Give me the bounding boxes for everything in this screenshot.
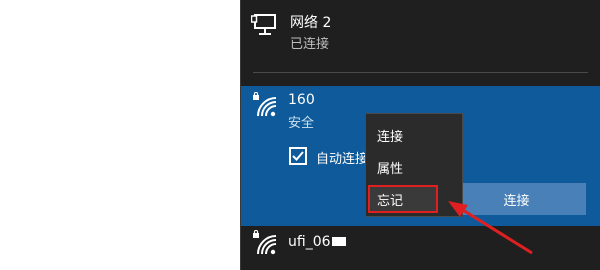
network-status: 已连接 — [290, 37, 330, 52]
flyout-edge — [240, 0, 241, 270]
wifi-secured-icon — [252, 91, 278, 122]
network-name: 网络 2 — [290, 15, 332, 31]
redacted-text — [332, 237, 346, 246]
ethernet-monitor-icon — [250, 13, 279, 41]
divider — [253, 72, 588, 73]
network-name: ufi_06 — [288, 234, 331, 250]
auto-connect-label: 自动连接 — [316, 152, 369, 167]
network-item-ufi[interactable]: ufi_06 — [240, 226, 600, 270]
network-item-ethernet[interactable]: 网络 2 已连接 — [240, 0, 600, 70]
context-menu-item-properties[interactable]: 属性 — [366, 152, 462, 182]
annotation-arrow-icon — [448, 201, 533, 255]
wifi-secured-icon — [252, 229, 278, 260]
context-menu-item-connect[interactable]: 连接 — [366, 120, 462, 150]
network-name: 160 — [288, 92, 315, 108]
auto-connect-checkbox[interactable] — [289, 147, 307, 165]
network-status: 安全 — [288, 116, 315, 131]
